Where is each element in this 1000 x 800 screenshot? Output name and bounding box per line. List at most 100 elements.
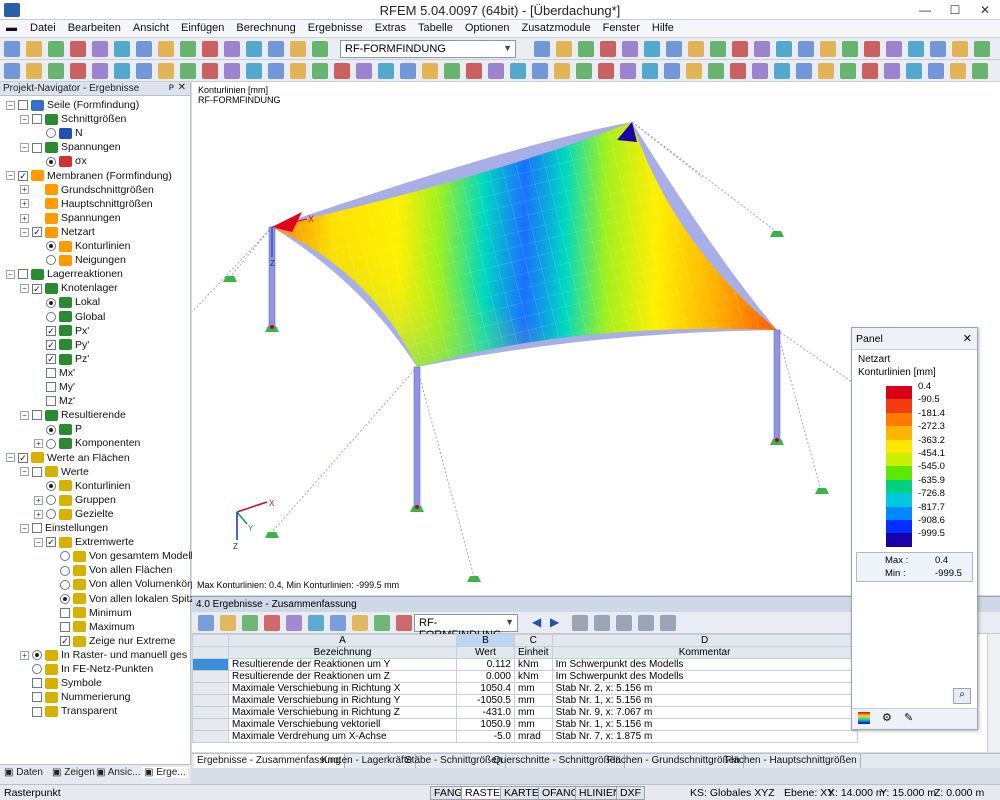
- toolbar-button-icon[interactable]: [930, 41, 946, 57]
- toolbar-button-icon[interactable]: [114, 41, 130, 57]
- checkbox[interactable]: [32, 114, 42, 125]
- toolbar-button-icon[interactable]: [510, 63, 526, 79]
- radio-button[interactable]: [60, 593, 70, 604]
- cell-name[interactable]: Maximale Verschiebung vektoriell: [228, 718, 457, 731]
- tab-daten[interactable]: ▣ Daten: [4, 767, 43, 778]
- tree-item[interactable]: + Gezielte: [34, 507, 114, 521]
- expand-icon[interactable]: +: [20, 185, 29, 195]
- expand-icon[interactable]: +: [20, 213, 29, 223]
- table-row[interactable]: Resultierende der Reaktionen um Z 0.000 kN…: [192, 670, 858, 683]
- menu-ergebnisse[interactable]: Ergebnisse: [302, 20, 369, 34]
- toolbar-button-icon[interactable]: [708, 63, 724, 79]
- results-toolbar-icon[interactable]: [352, 615, 368, 631]
- toolbar-button-icon[interactable]: [864, 41, 880, 57]
- checkbox[interactable]: ✓: [60, 636, 70, 647]
- toolbar-button-icon[interactable]: [688, 41, 704, 57]
- cell-comment[interactable]: Stab Nr. 7, x: 1.875 m: [551, 730, 858, 743]
- tree-item[interactable]: Maximum: [48, 620, 135, 634]
- tree-item[interactable]: ✓ Pz': [34, 352, 89, 366]
- results-toolbar-icon[interactable]: [220, 615, 236, 631]
- toolbar-button-icon[interactable]: [136, 63, 152, 79]
- row-header[interactable]: [192, 670, 229, 683]
- collapse-icon[interactable]: −: [20, 523, 29, 533]
- tree-item[interactable]: Minimum: [48, 606, 132, 620]
- cell-name[interactable]: Maximale Verschiebung in Richtung Z: [228, 706, 457, 719]
- tree-item[interactable]: Von allen Volumenkörp: [48, 577, 196, 591]
- results-toolbar-icon[interactable]: [242, 615, 258, 631]
- checkbox[interactable]: [32, 466, 42, 477]
- tree-item[interactable]: + Grundschnittgrößen: [20, 183, 154, 197]
- collapse-icon[interactable]: −: [20, 227, 29, 237]
- toolbar-button-icon[interactable]: [246, 41, 262, 57]
- toolbar-button-icon[interactable]: [686, 63, 702, 79]
- status-dxf[interactable]: DXF: [616, 786, 645, 800]
- tree-item[interactable]: − ✓ Netzart: [20, 225, 95, 239]
- toolbar-button-icon[interactable]: [776, 41, 792, 57]
- tree-item[interactable]: Von allen Flächen: [48, 563, 172, 577]
- tree-item[interactable]: + Komponenten: [34, 436, 140, 450]
- collapse-icon[interactable]: −: [20, 284, 29, 294]
- row-header[interactable]: [192, 682, 229, 695]
- checkbox[interactable]: ✓: [46, 537, 56, 548]
- checkbox[interactable]: [32, 706, 42, 717]
- panel-close-icon[interactable]: ✕: [963, 332, 972, 345]
- tree-item[interactable]: ✓ Zeige nur Extreme: [48, 634, 175, 648]
- results-toolbar-icon[interactable]: [264, 615, 280, 631]
- menu-optionen[interactable]: Optionen: [459, 20, 516, 34]
- toolbar-button-icon[interactable]: [886, 41, 902, 57]
- minimize-button[interactable]: —: [910, 0, 940, 20]
- tree-item[interactable]: − Werte: [20, 465, 89, 479]
- table-row[interactable]: Maximale Verschiebung in Richtung X 1050.…: [192, 682, 858, 695]
- toolbar-button-icon[interactable]: [664, 63, 680, 79]
- radio-button[interactable]: [46, 424, 56, 435]
- toolbar-button-icon[interactable]: [92, 63, 108, 79]
- toolbar-button-icon[interactable]: [268, 41, 284, 57]
- menu-tabelle[interactable]: Tabelle: [412, 20, 459, 34]
- cell-value[interactable]: -5.0: [456, 730, 515, 743]
- expand-icon[interactable]: +: [20, 199, 29, 209]
- cell-unit[interactable]: mm: [514, 694, 553, 707]
- toolbar-button-icon[interactable]: [974, 41, 990, 57]
- results-toolbar-icon[interactable]: [330, 615, 346, 631]
- toolbar-button-icon[interactable]: [444, 63, 460, 79]
- menu-app-icon[interactable]: ▬: [0, 20, 24, 34]
- toolbar-button-icon[interactable]: [666, 41, 682, 57]
- cell-name[interactable]: Maximale Verdrehung um X-Achse: [228, 730, 457, 743]
- toolbar-button-icon[interactable]: [158, 63, 174, 79]
- checkbox[interactable]: [46, 396, 56, 407]
- row-header[interactable]: [192, 718, 229, 731]
- cell-comment[interactable]: Stab Nr. 2, x: 5.156 m: [551, 682, 858, 695]
- tree-item[interactable]: − Einstellungen: [20, 521, 108, 535]
- table-row[interactable]: Maximale Verschiebung in Richtung Y -1050…: [192, 694, 858, 707]
- toolbar-button-icon[interactable]: [422, 63, 438, 79]
- toolbar-button-icon[interactable]: [378, 63, 394, 79]
- checkbox[interactable]: [60, 621, 70, 632]
- tree-item[interactable]: Konturlinien: [34, 479, 130, 493]
- toolbar-button-icon[interactable]: [598, 63, 614, 79]
- settings-icon[interactable]: ⚙: [882, 711, 892, 724]
- tree-item[interactable]: + Gruppen: [34, 493, 116, 507]
- toolbar-button-icon[interactable]: [818, 63, 834, 79]
- toolbar-button-icon[interactable]: [48, 41, 64, 57]
- toolbar-button-icon[interactable]: [732, 41, 748, 57]
- toolbar-button-icon[interactable]: [578, 41, 594, 57]
- radio-button[interactable]: [46, 438, 56, 449]
- next-icon[interactable]: ▶: [550, 615, 559, 629]
- tree-item[interactable]: − Schnittgrößen: [20, 112, 126, 126]
- checkbox[interactable]: [46, 368, 56, 379]
- toolbar-button-icon[interactable]: [952, 41, 968, 57]
- tree-item[interactable]: − ✓ Membranen (Formfindung): [6, 169, 172, 183]
- collapse-icon[interactable]: −: [20, 114, 29, 124]
- zoom-icon[interactable]: ⌕: [953, 688, 971, 704]
- tab-zeigen[interactable]: ▣ Zeigen: [52, 767, 95, 778]
- navigator-close-icon[interactable]: ✕: [178, 82, 186, 93]
- expand-icon[interactable]: +: [34, 495, 43, 505]
- expand-icon[interactable]: +: [34, 509, 43, 519]
- toolbar-button-icon[interactable]: [710, 41, 726, 57]
- menu-zusatzmodule[interactable]: Zusatzmodule: [516, 20, 597, 34]
- results-toolbar-icon[interactable]: [660, 615, 676, 631]
- results-toolbar-icon[interactable]: [374, 615, 390, 631]
- checkbox[interactable]: [18, 269, 28, 280]
- col-header-wert[interactable]: Wert: [456, 646, 515, 659]
- checkbox[interactable]: [32, 142, 42, 153]
